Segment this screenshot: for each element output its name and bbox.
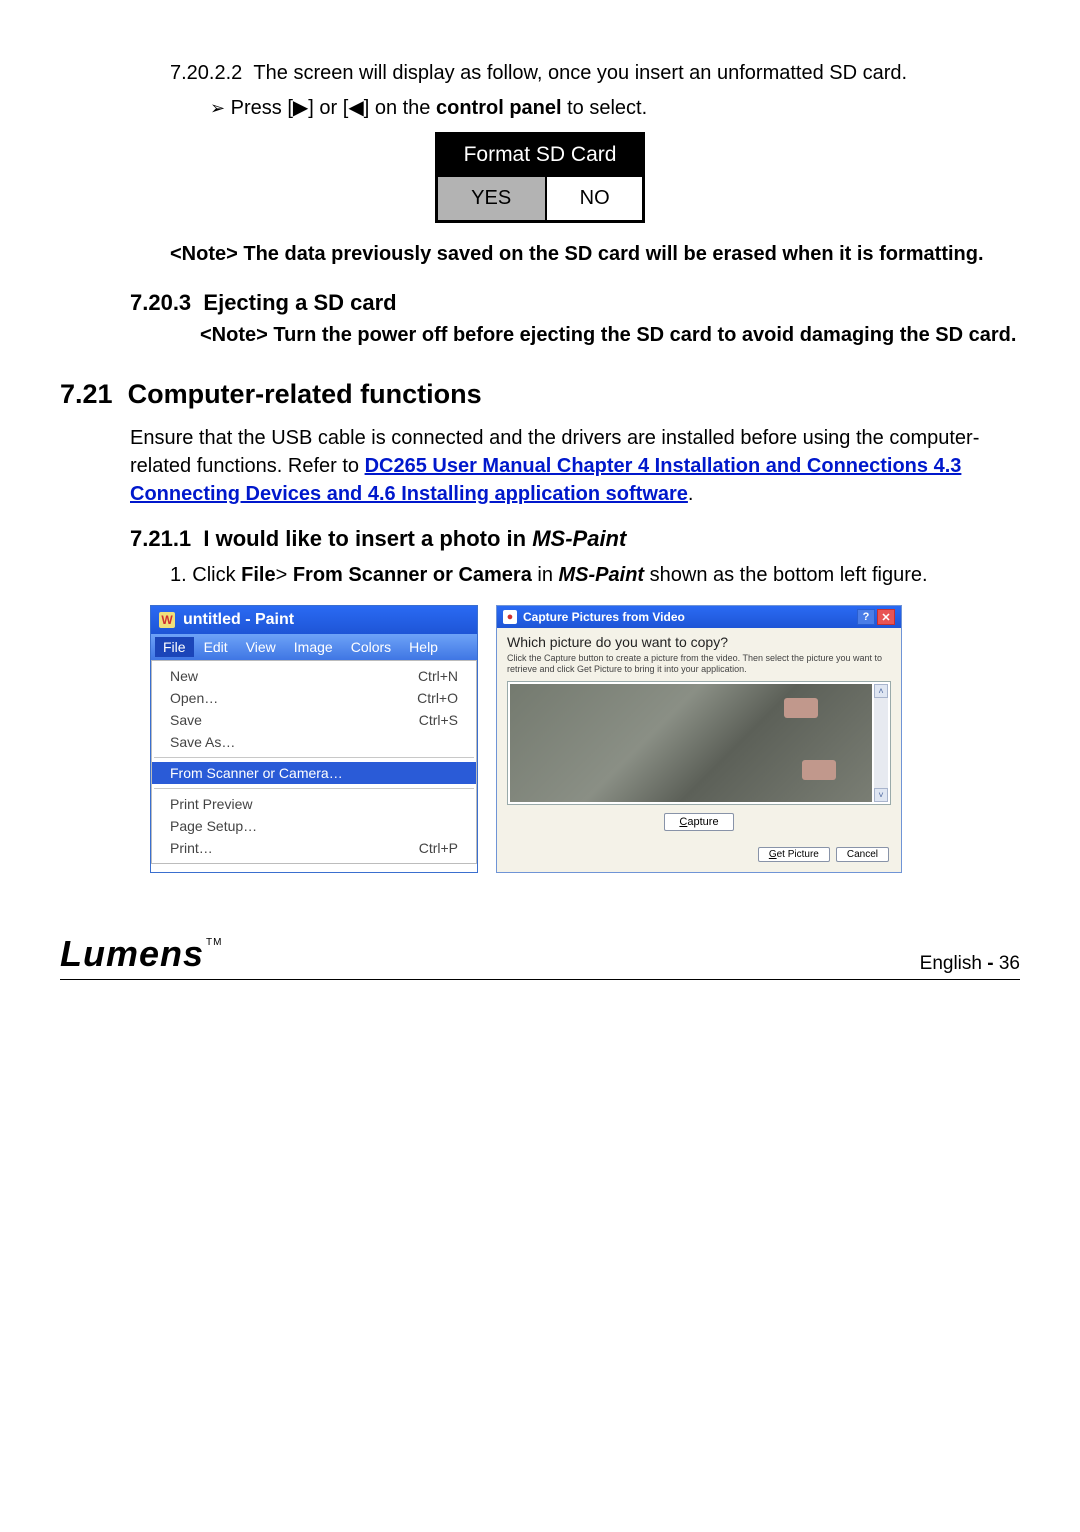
menu-item-page-setup[interactable]: Page Setup… xyxy=(152,815,476,837)
note-format-erase: <Note> The data previously saved on the … xyxy=(170,241,1020,268)
capture-question: Which picture do you want to copy? xyxy=(507,634,891,650)
menu-colors[interactable]: Colors xyxy=(343,637,399,657)
paint-titlebar: W untitled - Paint xyxy=(151,606,477,634)
left-triangle-icon: ◀ xyxy=(348,97,363,119)
file-menu-dropdown: NewCtrl+N Open…Ctrl+O SaveCtrl+S Save As… xyxy=(151,660,477,864)
capture-video-preview xyxy=(510,684,872,802)
trademark-icon: TM xyxy=(206,937,222,948)
menu-image[interactable]: Image xyxy=(286,637,341,657)
paragraph-7-20-2-2: 7.20.2.2 The screen will display as foll… xyxy=(170,60,1020,87)
paint-title-text: untitled - Paint xyxy=(183,611,294,629)
scroll-up-icon[interactable]: ˄ xyxy=(874,684,888,698)
menu-item-new[interactable]: NewCtrl+N xyxy=(152,665,476,687)
lumens-logo: LumensTM xyxy=(60,933,222,975)
format-yes-cell: YES xyxy=(436,176,546,222)
page-footer: LumensTM English - 36 xyxy=(60,933,1020,975)
menu-item-from-scanner[interactable]: From Scanner or Camera… xyxy=(152,762,476,784)
capture-scrollbar[interactable]: ˄ ˅ xyxy=(874,684,888,802)
format-no-cell: NO xyxy=(546,176,644,222)
paint-window: W untitled - Paint File Edit View Image … xyxy=(150,605,478,873)
page-number: English - 36 xyxy=(920,953,1020,975)
menu-item-open[interactable]: Open…Ctrl+O xyxy=(152,687,476,709)
footer-rule xyxy=(60,979,1020,980)
capture-instructions: Click the Capture button to create a pic… xyxy=(507,653,891,675)
capture-titlebar: ● Capture Pictures from Video ? ✕ xyxy=(497,606,901,628)
heading-7-20-3: 7.20.3 Ejecting a SD card xyxy=(130,290,1020,316)
paint-app-icon: W xyxy=(159,612,175,628)
menu-item-save[interactable]: SaveCtrl+S xyxy=(152,709,476,731)
capture-title-text: Capture Pictures from Video xyxy=(523,610,685,624)
close-button[interactable]: ✕ xyxy=(877,609,895,625)
scroll-down-icon[interactable]: ˅ xyxy=(874,788,888,802)
help-button[interactable]: ? xyxy=(857,609,875,625)
format-sd-card-table: Format SD Card YES NO xyxy=(435,132,646,223)
cancel-button[interactable]: Cancel xyxy=(836,847,889,862)
menu-item-print[interactable]: Print…Ctrl+P xyxy=(152,837,476,859)
capture-button[interactable]: Capture xyxy=(664,813,733,831)
scroll-track[interactable] xyxy=(874,698,888,788)
bullet-control-panel: ➢ Press [▶] or [◀] on the control panel … xyxy=(210,95,1020,120)
get-picture-button[interactable]: Get Picture xyxy=(758,847,830,862)
heading-7-21: 7.21 Computer-related functions xyxy=(60,379,1020,410)
paragraph-7-21: Ensure that the USB cable is connected a… xyxy=(130,424,1020,508)
note-eject-sd: <Note> Turn the power off before ejectin… xyxy=(200,322,1020,349)
bullet-arrow-icon: ➢ xyxy=(210,98,225,118)
capture-video-frame: ˄ ˅ xyxy=(507,681,891,805)
heading-7-21-1: 7.21.1 I would like to insert a photo in… xyxy=(130,526,1020,552)
capture-app-icon: ● xyxy=(503,610,517,624)
paint-menubar: File Edit View Image Colors Help xyxy=(151,634,477,660)
menu-item-save-as[interactable]: Save As… xyxy=(152,731,476,753)
menu-separator xyxy=(154,788,474,789)
menu-help[interactable]: Help xyxy=(401,637,446,657)
menu-edit[interactable]: Edit xyxy=(196,637,236,657)
menu-file[interactable]: File xyxy=(155,637,194,657)
capture-dialog: ● Capture Pictures from Video ? ✕ Which … xyxy=(496,605,902,873)
paragraph-text: The screen will display as follow, once … xyxy=(253,62,907,84)
menu-separator xyxy=(154,757,474,758)
menu-item-print-preview[interactable]: Print Preview xyxy=(152,793,476,815)
section-number: 7.20.2.2 xyxy=(170,62,242,84)
step-1: 1. Click File> From Scanner or Camera in… xyxy=(170,562,1020,589)
menu-view[interactable]: View xyxy=(238,637,284,657)
format-sd-card-header: Format SD Card xyxy=(436,134,644,177)
right-triangle-icon: ▶ xyxy=(293,97,308,119)
